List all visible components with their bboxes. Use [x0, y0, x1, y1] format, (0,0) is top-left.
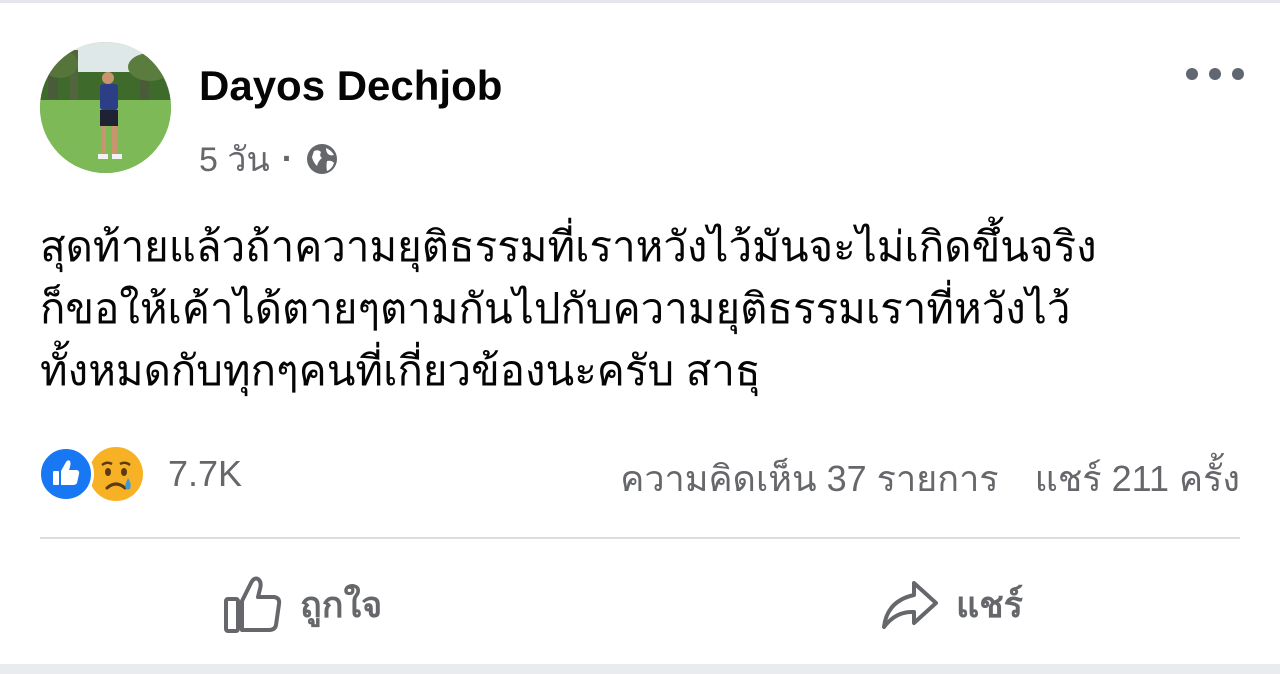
dot-icon: [1186, 68, 1198, 80]
share-count[interactable]: แชร์ 211 ครั้ง: [1035, 450, 1240, 507]
reaction-summary[interactable]: 7.7K: [38, 446, 242, 502]
share-button[interactable]: แชร์: [878, 572, 1023, 636]
avatar[interactable]: [40, 42, 171, 173]
author-name[interactable]: Dayos Dechjob: [199, 62, 502, 110]
comment-count[interactable]: ความคิดเห็น 37 รายการ: [620, 450, 998, 507]
dot-icon: [1232, 68, 1244, 80]
post-stats: ความคิดเห็น 37 รายการ แชร์ 211 ครั้ง: [620, 450, 1240, 507]
thumbs-up-icon: [224, 576, 282, 633]
like-label: ถูกใจ: [300, 583, 383, 625]
meta-separator: ·: [281, 139, 294, 178]
dot-icon: [1209, 68, 1221, 80]
action-divider: [40, 537, 1240, 539]
sad-icon: [88, 446, 144, 502]
post-time[interactable]: 5 วัน: [199, 132, 270, 186]
like-button[interactable]: ถูกใจ: [222, 572, 382, 636]
avatar-photo: [40, 42, 171, 173]
reaction-count: 7.7K: [168, 453, 243, 494]
post-meta: 5 วัน ·: [199, 132, 339, 186]
bottom-divider: [0, 664, 1280, 674]
more-options-button[interactable]: [1186, 66, 1244, 82]
share-icon: [882, 581, 938, 629]
like-icon: [38, 446, 94, 502]
top-divider: [0, 0, 1280, 3]
share-label: แชร์: [956, 583, 1023, 625]
globe-icon[interactable]: [305, 142, 339, 176]
post-text: สุดท้ายแล้วถ้าความยุติธรรมที่เราหวังไว้ม…: [40, 223, 1097, 394]
